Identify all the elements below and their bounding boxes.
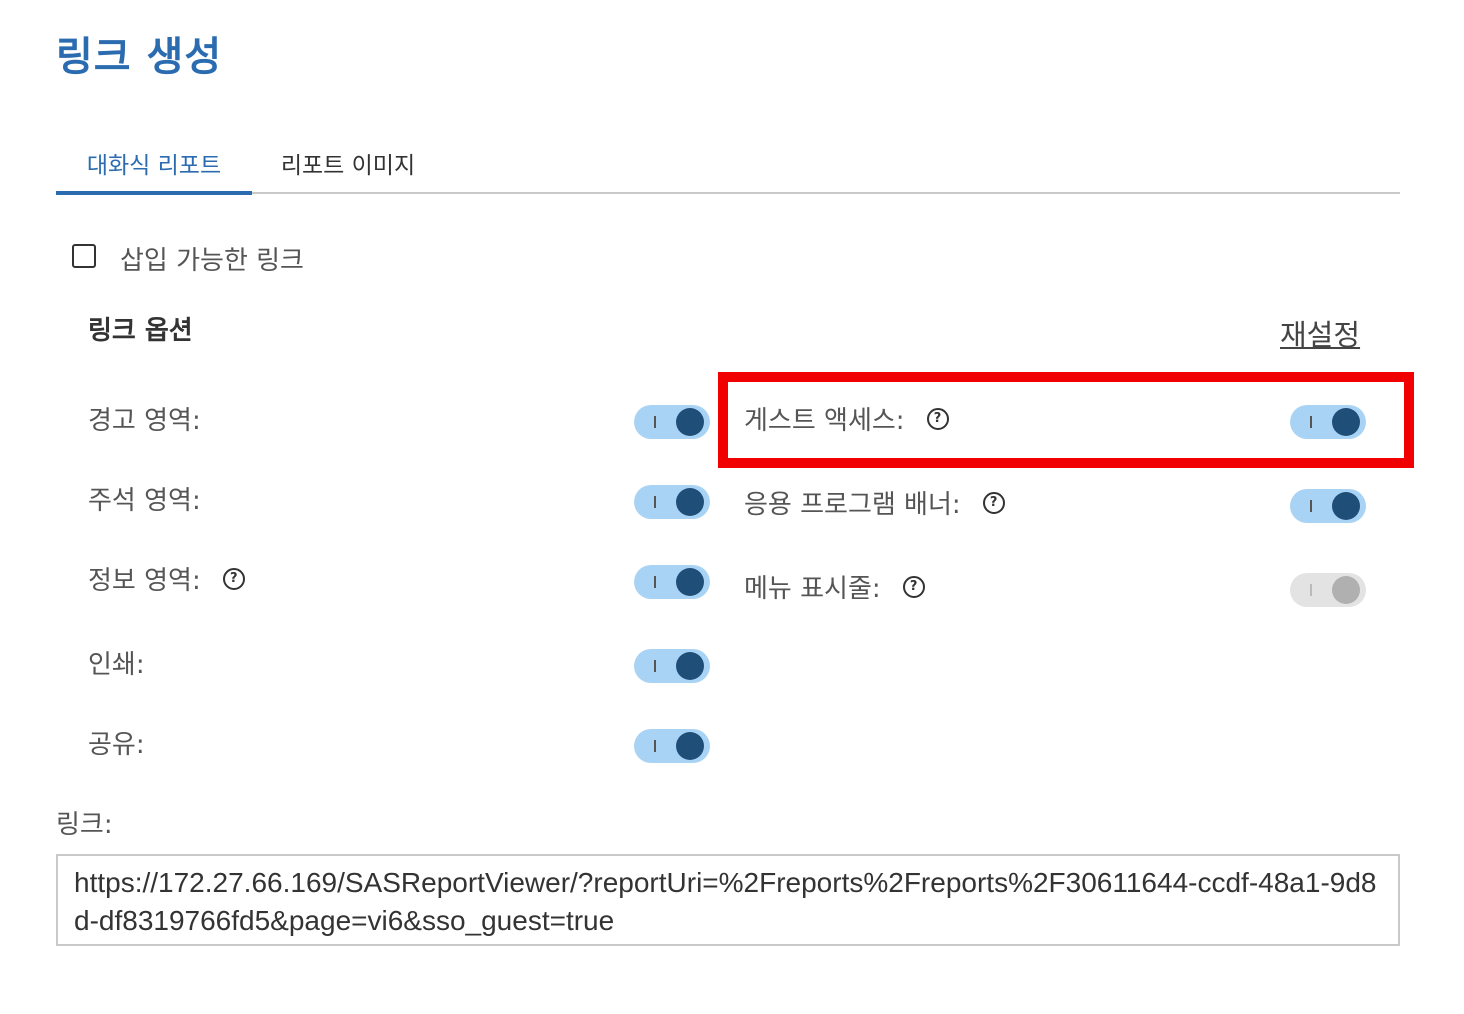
embeddable-link-checkbox[interactable] <box>72 244 96 268</box>
toggle-knob <box>676 652 704 680</box>
option-label-info-area: 정보 영역: ? <box>88 560 245 597</box>
toggle-app-banner[interactable] <box>1290 489 1366 523</box>
toggle-comment-area[interactable] <box>634 485 710 519</box>
option-label-alert-area: 경고 영역: <box>88 400 201 437</box>
tab-bar: 대화식 리포트 리포트 이미지 <box>56 142 1400 195</box>
toggle-print[interactable] <box>634 649 710 683</box>
toggle-on-indicator <box>654 416 656 428</box>
toggle-on-indicator <box>1310 584 1312 596</box>
option-label-text: 메뉴 표시줄: <box>744 574 881 604</box>
create-link-dialog: 링크 생성 대화식 리포트 리포트 이미지 삽입 가능한 링크 링크 옵션 재설… <box>0 0 1464 1014</box>
option-label-text: 정보 영역: <box>88 566 201 596</box>
toggle-knob <box>676 568 704 596</box>
option-label-print: 인쇄: <box>88 644 145 681</box>
highlight-annotation <box>718 372 1414 468</box>
toggle-knob <box>1332 576 1360 604</box>
link-url-field[interactable]: https://172.27.66.169/SASReportViewer/?r… <box>56 854 1400 946</box>
reset-button[interactable]: 재설정 <box>1280 312 1360 354</box>
option-label-text: 인쇄: <box>88 650 145 680</box>
help-icon[interactable]: ? <box>982 491 1005 514</box>
option-label-menu-bar: 메뉴 표시줄: ? <box>744 568 925 605</box>
toggle-knob <box>1332 492 1360 520</box>
option-label-app-banner: 응용 프로그램 배너: ? <box>744 484 1005 521</box>
toggle-alert-area[interactable] <box>634 405 710 439</box>
toggle-info-area[interactable] <box>634 565 710 599</box>
tab-interactive-report[interactable]: 대화식 리포트 <box>56 142 252 195</box>
toggle-on-indicator <box>654 576 656 588</box>
option-label-text: 경고 영역: <box>88 406 201 436</box>
toggle-on-indicator <box>654 660 656 672</box>
dialog-title: 링크 생성 <box>56 34 223 80</box>
link-options-title: 링크 옵션 <box>88 316 193 346</box>
toggle-knob <box>676 732 704 760</box>
option-label-share: 공유: <box>88 724 145 761</box>
tab-report-image[interactable]: 리포트 이미지 <box>268 142 428 192</box>
option-label-text: 공유: <box>88 730 145 760</box>
toggle-knob <box>676 408 704 436</box>
toggle-on-indicator <box>654 496 656 508</box>
option-label-text: 응용 프로그램 배너: <box>744 490 961 520</box>
toggle-on-indicator <box>1310 500 1312 512</box>
toggle-knob <box>676 488 704 516</box>
toggle-menu-bar <box>1290 573 1366 607</box>
option-label-text: 주석 영역: <box>88 486 201 516</box>
link-label: 링크: <box>56 810 113 840</box>
help-icon[interactable]: ? <box>222 567 245 590</box>
option-label-comment-area: 주석 영역: <box>88 480 201 517</box>
help-icon[interactable]: ? <box>902 575 925 598</box>
toggle-share[interactable] <box>634 729 710 763</box>
toggle-on-indicator <box>654 740 656 752</box>
embeddable-link-label: 삽입 가능한 링크 <box>120 246 304 276</box>
